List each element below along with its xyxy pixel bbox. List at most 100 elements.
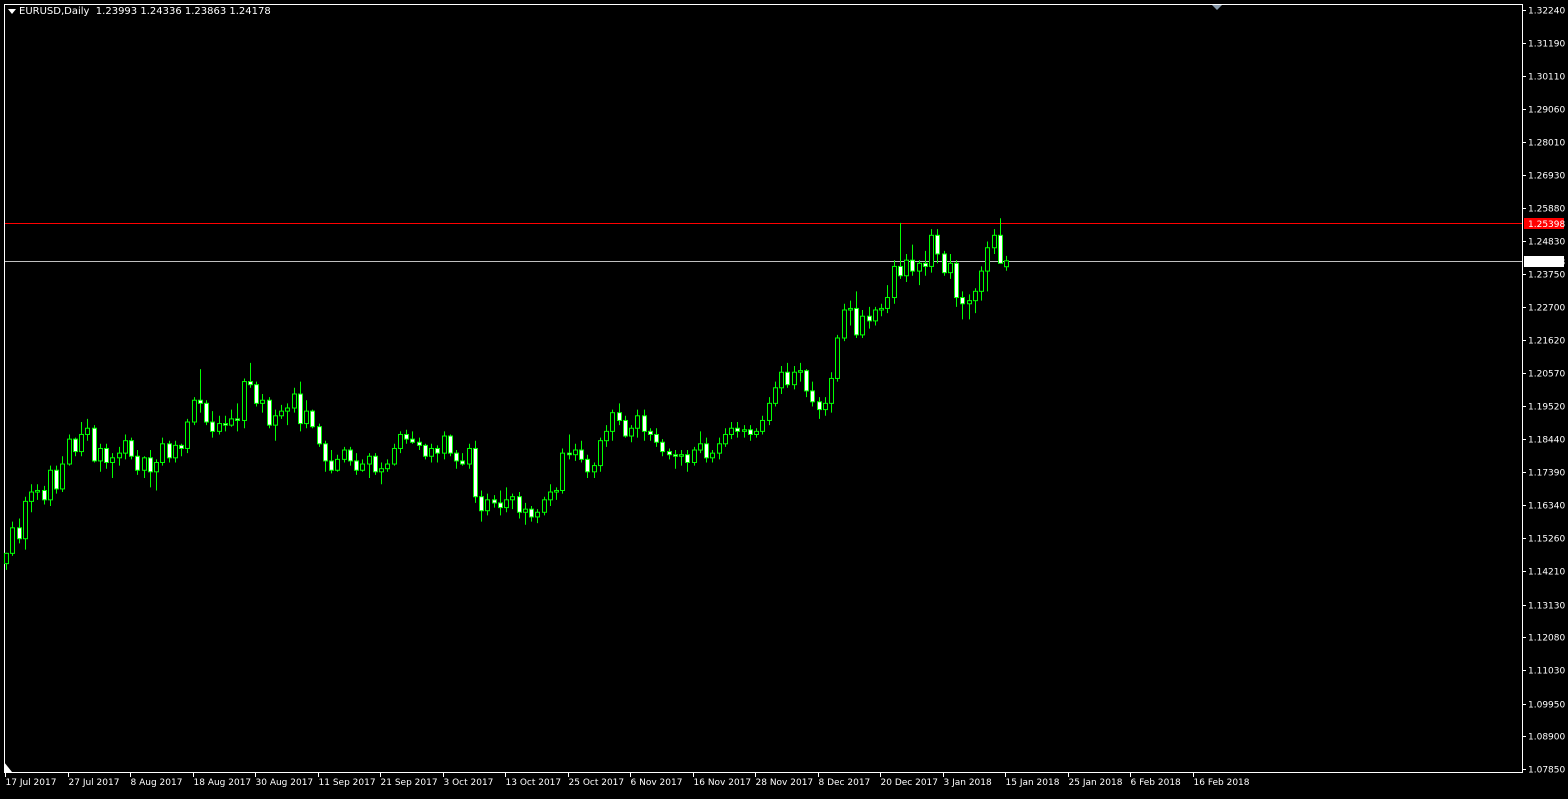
candle-body: [704, 443, 709, 459]
candle-body: [510, 496, 515, 501]
candle-body: [760, 419, 765, 432]
candle-body: [992, 234, 997, 249]
candle-body: [885, 297, 890, 309]
candle-body: [92, 427, 97, 462]
candle-body: [142, 457, 147, 471]
x-tick-label: 25 Jan 2018: [1069, 778, 1123, 788]
candle-body: [642, 415, 647, 432]
candle-body: [629, 427, 634, 437]
y-axis: 1.32240 1.31190 1.30110 1.29060 1.28010 1.269…: [1522, 7, 1565, 776]
candle-body: [710, 452, 715, 459]
candle-body: [404, 433, 409, 440]
y-tick-label: 1.23750: [1528, 271, 1565, 281]
candle-body: [998, 234, 1003, 264]
x-axis: 17 Jul 2017 27 Jul 2017 8 Aug 2017 18 Aug 2…: [5, 773, 1250, 788]
price-chart[interactable]: 1.32240 1.31190 1.30110 1.29060 1.28010 1.269…: [0, 0, 1568, 795]
candlestick-chart[interactable]: 1.32240 1.31190 1.30110 1.29060 1.28010 1.269…: [0, 0, 1568, 795]
candle-body: [317, 426, 322, 445]
x-tick-label: 20 Dec 2017: [881, 778, 939, 788]
candle-body: [573, 449, 578, 456]
candle-body: [829, 377, 834, 404]
candle-body: [285, 407, 290, 412]
candle-body: [279, 410, 284, 417]
candle-body: [392, 447, 397, 465]
candle-body: [267, 399, 272, 426]
candle-body: [729, 427, 734, 435]
candle-body: [479, 496, 484, 512]
candle-body: [548, 491, 553, 501]
candle-body: [4, 552, 9, 565]
candle-body: [292, 393, 297, 409]
x-tick-label: 6 Feb 2018: [1131, 778, 1182, 788]
candle-body: [660, 441, 665, 453]
candle-body: [104, 447, 109, 463]
candle-body: [329, 460, 334, 471]
candle-body: [942, 253, 947, 274]
price-level-label: 1.24178: [1528, 258, 1565, 268]
candle-body: [429, 447, 434, 457]
candle-body: [967, 300, 972, 305]
ohlc-values: 1.23993 1.24336 1.23863 1.24178: [95, 6, 271, 17]
candle-body: [310, 410, 315, 428]
candle-body: [454, 452, 459, 462]
x-tick-label: 15 Jan 2018: [1006, 778, 1060, 788]
x-tick-label: 30 Aug 2017: [256, 778, 314, 788]
candle-body: [235, 418, 240, 421]
candle-body: [910, 259, 915, 272]
candle-body: [323, 443, 328, 462]
candle-body: [148, 457, 153, 473]
candle-body: [423, 444, 428, 457]
dropdown-arrow-icon[interactable]: [8, 8, 16, 14]
candle-body: [217, 423, 222, 432]
y-tick-label: 1.09950: [1528, 701, 1565, 711]
candle-body: [160, 443, 165, 463]
candle-body: [823, 402, 828, 411]
candle-body: [154, 461, 159, 473]
horizontal-lines: 1.25398 1.24178: [5, 218, 1565, 268]
y-tick-label: 1.30110: [1528, 73, 1565, 83]
candle-body: [529, 508, 534, 518]
candle-body: [929, 234, 934, 267]
candle-body: [635, 415, 640, 429]
candle-body: [954, 262, 959, 299]
x-tick-label: 18 Aug 2017: [194, 778, 252, 788]
candle-body: [935, 234, 940, 255]
y-tick-label: 1.08900: [1528, 733, 1565, 743]
y-tick-label: 1.12080: [1528, 634, 1565, 644]
candle-body: [698, 443, 703, 451]
candle-body: [29, 491, 34, 502]
y-tick-label: 1.07850: [1528, 766, 1565, 776]
candle-body: [754, 430, 759, 435]
y-tick-label: 1.26930: [1528, 172, 1565, 182]
candle-body: [192, 399, 197, 423]
chart-shift-marker-icon[interactable]: [1212, 5, 1222, 10]
candle-body: [442, 435, 447, 454]
candle-body: [1004, 260, 1009, 268]
y-tick-label: 1.16340: [1528, 502, 1565, 512]
candle-body: [223, 423, 228, 426]
candle-body: [342, 449, 347, 460]
y-tick-label: 1.11030: [1528, 667, 1565, 677]
candle-body: [592, 465, 597, 473]
candle-body: [435, 447, 440, 454]
candle-body: [260, 399, 265, 404]
x-tick-label: 27 Jul 2017: [69, 778, 120, 788]
candle-body: [79, 433, 84, 453]
candle-body: [385, 463, 390, 470]
x-tick-label: 8 Dec 2017: [819, 778, 871, 788]
candle-body: [504, 499, 509, 509]
x-tick-label: 11 Sep 2017: [319, 778, 376, 788]
candle-body: [948, 262, 953, 274]
chart-title: EURUSD,Daily 1.23993 1.24336 1.23863 1.2…: [8, 6, 271, 17]
candle-body: [835, 337, 840, 379]
candle-body: [898, 265, 903, 277]
candle-body: [35, 489, 40, 493]
candle-body: [554, 489, 559, 493]
y-tick-label: 1.31190: [1528, 40, 1565, 50]
candle-body: [473, 447, 478, 498]
candle-body: [567, 452, 572, 456]
candle-body: [598, 440, 603, 467]
candle-body: [517, 496, 522, 513]
x-tick-label: 8 Aug 2017: [131, 778, 183, 788]
candle-body: [679, 454, 684, 457]
